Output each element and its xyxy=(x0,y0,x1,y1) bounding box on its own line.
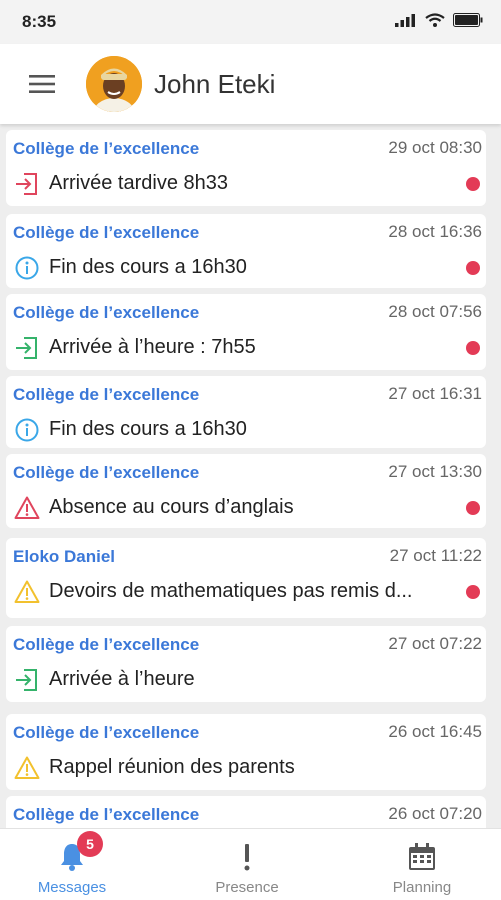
unread-indicator xyxy=(466,501,480,515)
unread-indicator xyxy=(466,261,480,275)
message-card[interactable]: Collège de l’excellence 29 oct 08:30 Arr… xyxy=(6,130,486,206)
warning-icon xyxy=(14,579,40,605)
message-date: 27 oct 13:30 xyxy=(388,462,482,481)
message-source: Collège de l’excellence xyxy=(13,223,200,242)
tab-presence[interactable]: Presence xyxy=(167,829,327,900)
message-card[interactable]: Collège de l’excellence 28 oct 16:36 Fin… xyxy=(6,214,486,288)
bottom-navigation: 5 Messages Presence Planning xyxy=(0,828,501,900)
message-text: Devoirs de mathematiques pas remis d... xyxy=(49,580,413,602)
tab-messages-label: Messages xyxy=(37,879,107,896)
message-date: 27 oct 11:22 xyxy=(389,546,482,565)
hamburger-icon xyxy=(29,75,55,93)
status-icons xyxy=(395,12,483,32)
message-date: 28 oct 07:56 xyxy=(388,302,482,321)
unread-count-badge: 5 xyxy=(77,831,103,857)
user-photo-icon xyxy=(86,56,142,112)
login-icon xyxy=(14,171,40,197)
message-source: Collège de l’excellence xyxy=(13,723,200,742)
hamburger-menu-button[interactable] xyxy=(22,64,62,104)
message-source: Collège de l’excellence xyxy=(13,805,200,824)
login-icon xyxy=(14,667,40,693)
message-card[interactable]: Collège de l’excellence 26 oct 16:45 Rap… xyxy=(6,714,486,790)
message-list: Collège de l’excellence 29 oct 08:30 Arr… xyxy=(0,126,501,828)
message-text: Fin des cours a 16h30 xyxy=(49,418,247,440)
battery-icon xyxy=(453,12,483,32)
tab-presence-label: Presence xyxy=(215,879,279,896)
exclamation-icon xyxy=(241,841,253,873)
info-icon xyxy=(14,255,40,281)
message-source: Collège de l’excellence xyxy=(13,303,200,322)
message-card[interactable]: Collège de l’excellence 26 oct 07:20 xyxy=(6,796,486,828)
status-bar: 8:35 xyxy=(0,0,501,44)
unread-indicator xyxy=(466,585,480,599)
wifi-icon xyxy=(425,12,445,32)
bell-icon: 5 xyxy=(59,831,103,873)
message-text: Arrivée tardive 8h33 xyxy=(49,172,228,194)
message-date: 28 oct 16:36 xyxy=(388,222,482,241)
message-source: Collège de l’excellence xyxy=(13,463,200,482)
message-text: Absence au cours d’anglais xyxy=(49,496,294,518)
calendar-icon xyxy=(407,841,437,873)
message-date: 26 oct 07:20 xyxy=(388,804,482,823)
warning-icon xyxy=(14,755,40,781)
message-text: Arrivée à l’heure : 7h55 xyxy=(49,336,256,358)
app-header: John Eteki xyxy=(0,44,501,124)
message-card[interactable]: Eloko Daniel 27 oct 11:22 Devoirs de mat… xyxy=(6,538,486,618)
message-date: 27 oct 16:31 xyxy=(388,384,482,403)
avatar[interactable] xyxy=(86,56,142,112)
message-card[interactable]: Collège de l’excellence 27 oct 13:30 Abs… xyxy=(6,454,486,528)
tab-messages[interactable]: 5 Messages xyxy=(0,829,152,900)
message-text: Rappel réunion des parents xyxy=(49,756,295,778)
message-text: Arrivée à l’heure xyxy=(49,668,195,690)
unread-indicator xyxy=(466,341,480,355)
tab-planning-label: Planning xyxy=(392,879,452,896)
unread-indicator xyxy=(466,177,480,191)
signal-icon xyxy=(395,13,417,32)
message-date: 29 oct 08:30 xyxy=(388,138,482,157)
message-card[interactable]: Collège de l’excellence 27 oct 16:31 Fin… xyxy=(6,376,486,448)
warning-icon xyxy=(14,495,40,521)
message-date: 26 oct 16:45 xyxy=(388,722,482,741)
message-source: Collège de l’excellence xyxy=(13,385,200,404)
message-date: 27 oct 07:22 xyxy=(388,634,482,653)
tab-planning[interactable]: Planning xyxy=(342,829,501,900)
message-card[interactable]: Collège de l’excellence 28 oct 07:56 Arr… xyxy=(6,294,486,370)
login-icon xyxy=(14,335,40,361)
message-source: Eloko Daniel xyxy=(13,547,116,566)
info-icon xyxy=(14,417,40,443)
message-card[interactable]: Collège de l’excellence 27 oct 07:22 Arr… xyxy=(6,626,486,702)
status-time: 8:35 xyxy=(22,12,57,31)
message-text: Fin des cours a 16h30 xyxy=(49,256,247,278)
phone-screen: 8:35 John Eteki Collège de l’excellence … xyxy=(0,0,501,900)
user-name: John Eteki xyxy=(154,68,276,99)
message-source: Collège de l’excellence xyxy=(13,635,200,654)
message-source: Collège de l’excellence xyxy=(13,139,200,158)
